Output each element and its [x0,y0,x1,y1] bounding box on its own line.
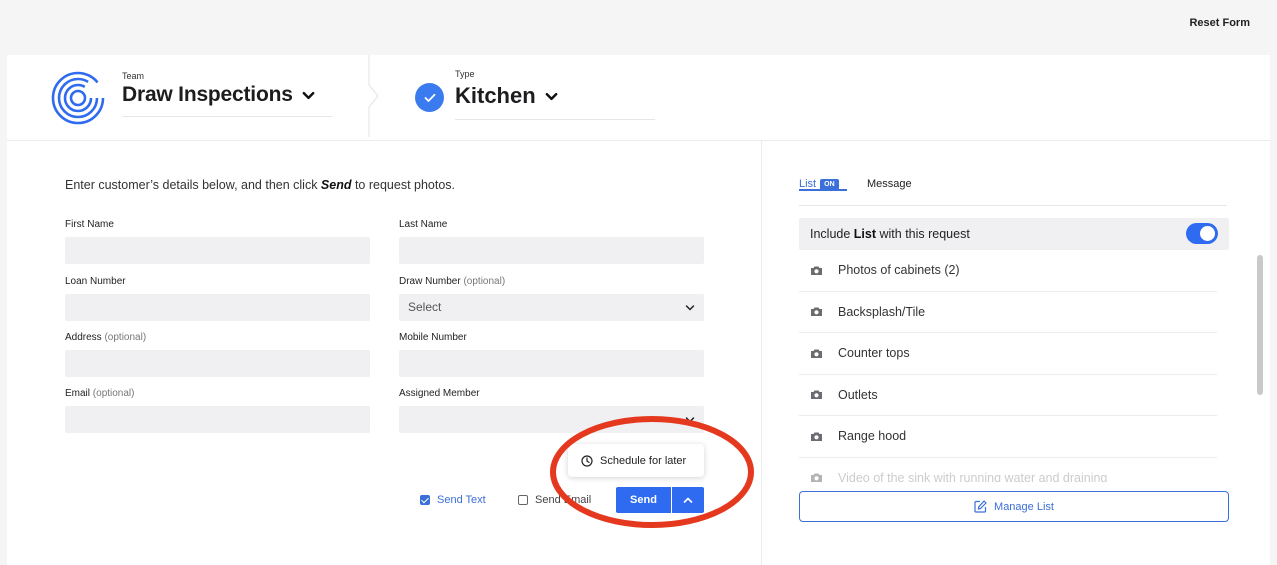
last-name-field[interactable] [399,237,704,264]
type-value: Kitchen [455,83,536,108]
list-item-label: Photos of cabinets (2) [838,263,960,278]
list-item[interactable]: Range hood [799,416,1217,458]
camera-icon [811,266,822,275]
list-scrollbar[interactable] [1257,255,1263,395]
schedule-later-option[interactable]: Schedule for later [568,444,704,477]
draw-number-value: Select [408,300,442,314]
camera-icon [811,307,822,317]
email-label: Email (optional) [65,388,135,399]
team-logo-icon [51,71,105,125]
include-list-toggle[interactable] [1186,223,1218,244]
address-group: Address (optional) [65,332,370,377]
clock-icon [581,454,593,467]
camera-icon [811,349,822,358]
chevron-down-icon [302,91,315,99]
list-item-label: Range hood [838,429,907,444]
send-text-checkbox[interactable]: Send Text [420,494,486,506]
last-name-group: Last Name [399,219,704,264]
chevron-down-icon [545,92,558,100]
address-label: Address (optional) [65,332,147,343]
type-selector[interactable]: Type Kitchen [455,69,655,120]
email-group: Email (optional) [65,388,370,433]
edit-icon [974,500,987,513]
draw-number-select[interactable]: Select [399,294,704,321]
list-item[interactable]: Counter tops [799,333,1217,375]
assigned-member-group: Assigned Member [399,388,704,433]
camera-icon [811,390,822,400]
list-item-label: Backsplash/Tile [838,304,926,319]
type-label: Type [455,69,475,79]
form-intro: Enter customer’s details below, and then… [65,178,456,192]
photo-list: Photos of cabinets (2) Backsplash/Tile Cou… [799,250,1217,482]
send-button[interactable]: Send [616,487,671,513]
team-value: Draw Inspections [122,83,293,106]
draw-number-label: Draw Number (optional) [399,276,506,287]
list-item[interactable]: Photos of cabinets (2) [799,250,1217,292]
reset-form-button[interactable]: Reset Form [1189,17,1250,29]
team-selector[interactable]: Team Draw Inspections [122,71,332,117]
assigned-member-label: Assigned Member [399,388,480,399]
manage-list-label: Manage List [994,500,1054,513]
camera-icon [811,432,822,441]
list-item-label: Outlets [838,387,878,402]
first-name-label: First Name [65,219,114,230]
loan-number-label: Loan Number [65,276,126,287]
camera-icon [811,473,822,482]
panel-divider [761,141,762,565]
list-item-label: Counter tops [838,346,910,361]
first-name-field[interactable] [65,237,370,264]
header-divider [368,55,379,137]
first-name-group: First Name [65,219,370,264]
type-check-icon [415,83,444,112]
loan-number-field[interactable] [65,294,370,321]
tab-message[interactable]: Message [867,178,912,190]
tab-list[interactable]: List ON [799,178,847,191]
send-email-label: Send Email [535,494,592,506]
checkbox-checked-icon [420,495,430,505]
include-list-row: Include List with this request [799,218,1229,250]
draw-number-group: Draw Number (optional) Select [399,276,704,321]
mobile-number-group: Mobile Number [399,332,704,377]
assigned-member-select[interactable] [399,406,704,433]
list-item[interactable]: Backsplash/Tile [799,292,1217,333]
team-label: Team [122,71,145,81]
last-name-label: Last Name [399,219,448,230]
mobile-number-field[interactable] [399,350,704,377]
schedule-later-label: Schedule for later [600,454,687,467]
chevron-down-icon [685,417,695,423]
checkbox-unchecked-icon [518,495,528,505]
list-item[interactable]: Outlets [799,375,1217,416]
chevron-up-icon [683,497,693,503]
email-field[interactable] [65,406,370,433]
list-item[interactable]: Video of the sink with running water and… [799,458,1217,482]
mobile-number-label: Mobile Number [399,332,467,343]
send-text-label: Send Text [437,494,486,506]
manage-list-button[interactable]: Manage List [799,491,1229,522]
send-options-toggle[interactable] [672,487,704,513]
list-item-label: Video of the sink with running water and… [838,470,1108,482]
loan-number-group: Loan Number [65,276,370,321]
chevron-down-icon [685,305,695,311]
send-email-checkbox[interactable]: Send Email [518,494,591,506]
request-card: Team Draw Inspections Type Kitchen Enter… [7,55,1270,565]
panel-tabs: List ON Message [799,171,1227,206]
address-field[interactable] [65,350,370,377]
header: Team Draw Inspections Type Kitchen [7,55,1270,141]
